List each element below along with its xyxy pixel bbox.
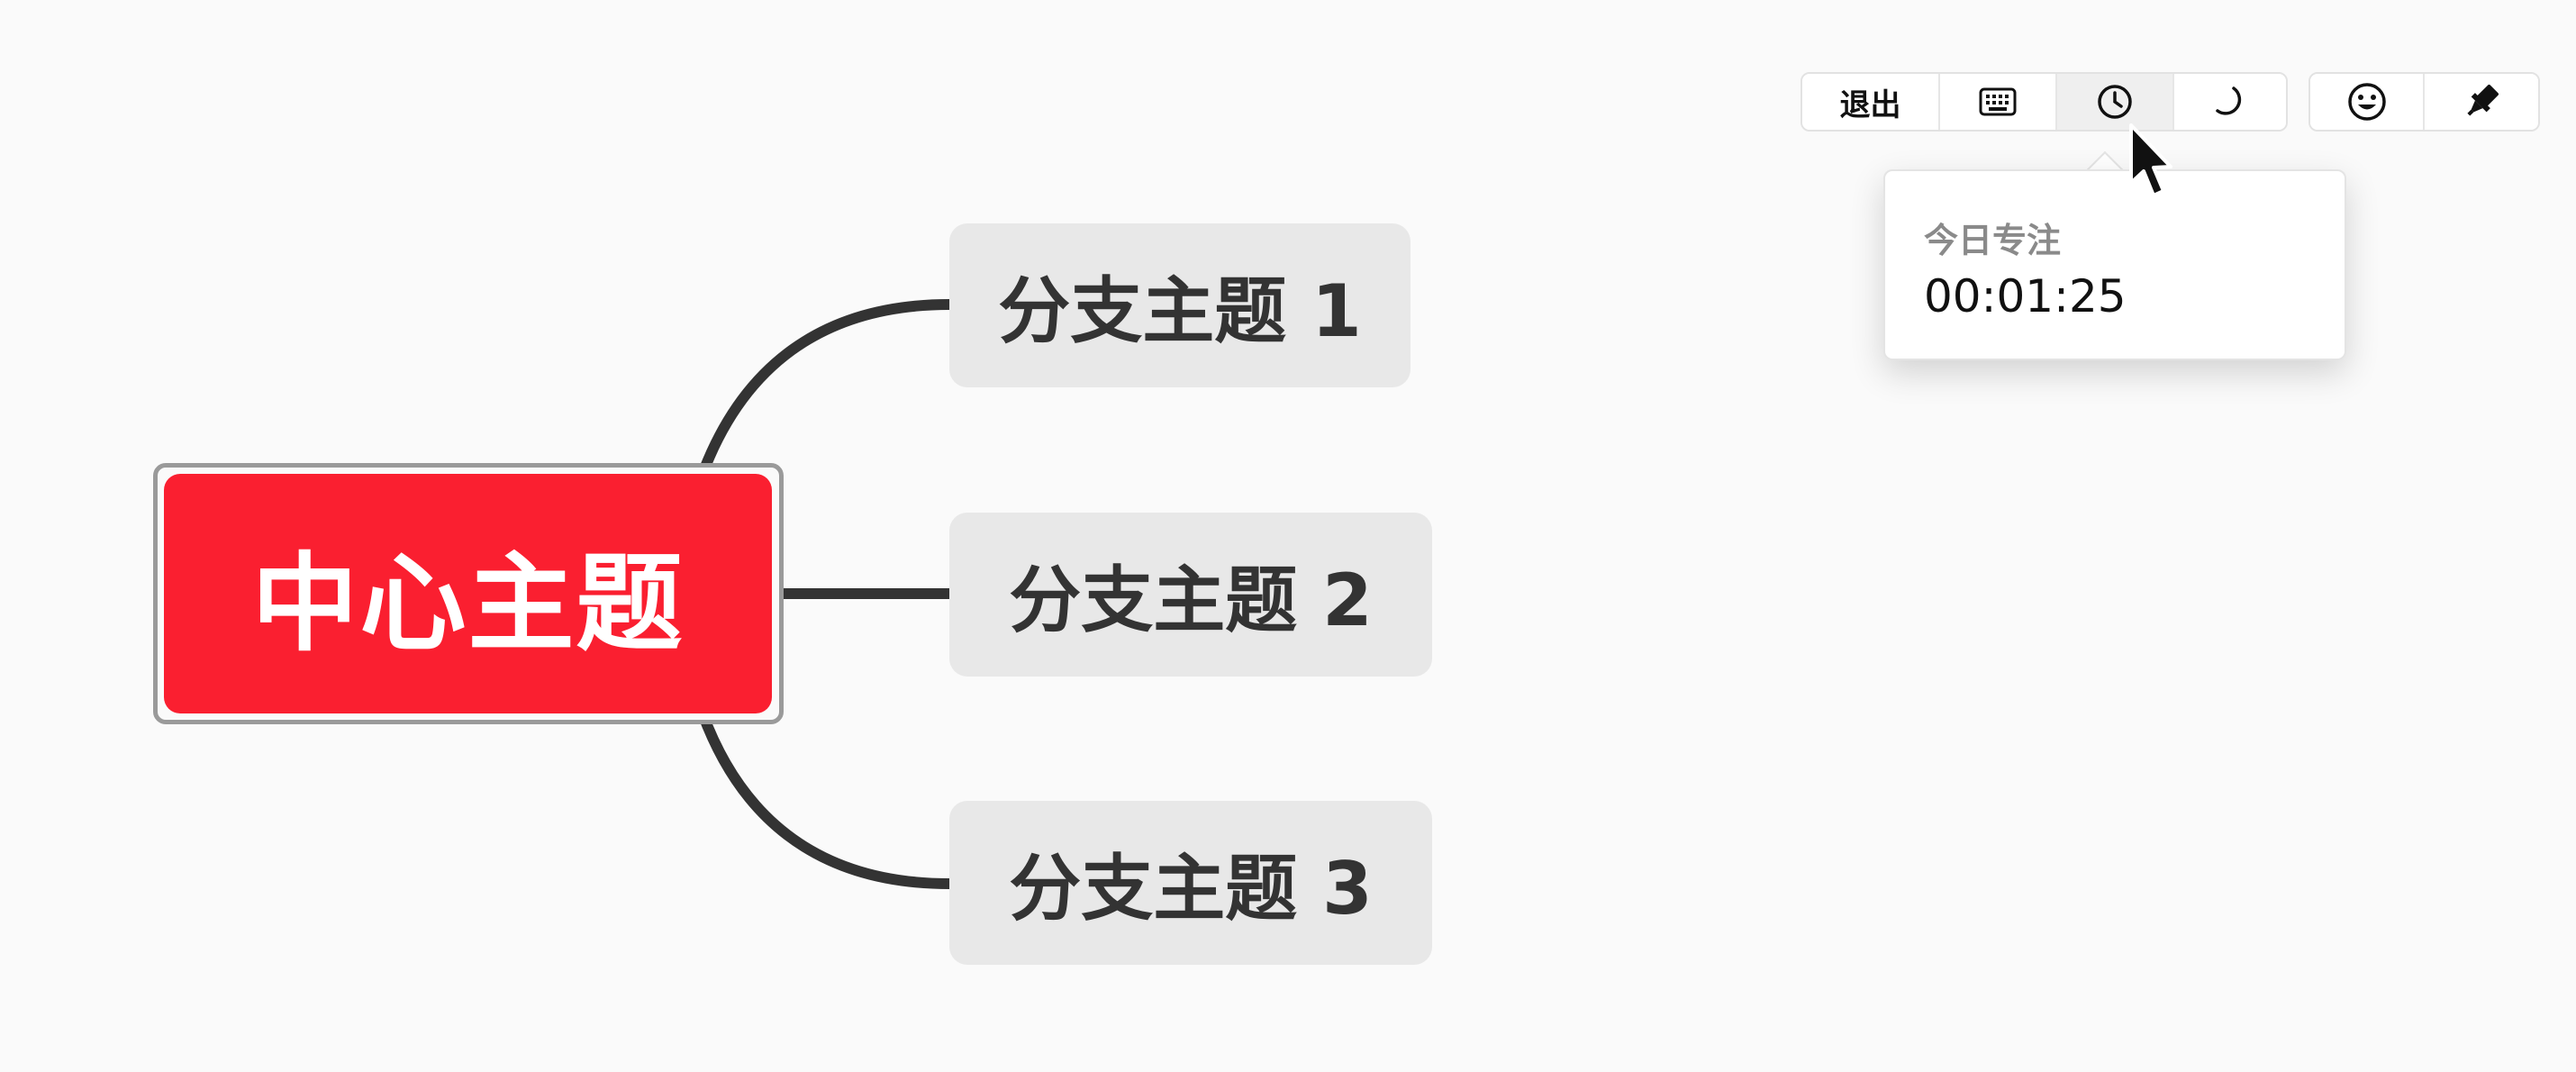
branch-topic-label: 分支主题 1	[998, 269, 1362, 353]
focus-today-label: 今日专注	[1924, 221, 2062, 260]
central-topic-label: 中心主题	[251, 541, 685, 666]
focus-timer-button[interactable]	[2057, 74, 2174, 130]
emoji-button[interactable]	[2310, 74, 2425, 130]
branch-topic-label: 分支主题 2	[1009, 559, 1373, 642]
exit-button[interactable]: 退出	[1802, 74, 1940, 130]
dark-mode-button[interactable]	[2174, 74, 2286, 130]
connector-branch-1	[697, 299, 950, 477]
exit-button-label: 退出	[1839, 86, 1901, 123]
highlighter-icon	[2467, 85, 2499, 116]
branch-topic-label: 分支主题 3	[1009, 847, 1373, 931]
highlighter-button[interactable]	[2425, 74, 2538, 130]
keyboard-icon	[1979, 87, 2017, 116]
branch-topic-3[interactable]: 分支主题 3	[949, 801, 1432, 965]
branch-topic-2[interactable]: 分支主题 2	[949, 513, 1432, 677]
branch-topic-1[interactable]: 分支主题 1	[949, 223, 1410, 387]
mindmap-canvas[interactable]: 中心主题 分支主题 1 分支主题 2 分支主题 3 退出 今日专注 00:01:…	[0, 0, 2576, 1072]
keyboard-button[interactable]	[1940, 74, 2057, 130]
zen-mode-toolbar: 退出	[1800, 72, 2288, 132]
central-topic[interactable]: 中心主题	[164, 474, 772, 713]
smiley-icon	[2347, 83, 2386, 121]
focus-time-popover: 今日专注 00:01:25	[1883, 169, 2346, 360]
focus-today-time: 00:01:25	[1924, 270, 2127, 323]
zen-mode-toolbar-extra	[2308, 72, 2540, 132]
connector-branch-3	[697, 711, 950, 889]
mouse-cursor-icon	[2129, 123, 2172, 197]
clock-icon	[2098, 85, 2132, 119]
moon-icon	[2216, 86, 2242, 115]
